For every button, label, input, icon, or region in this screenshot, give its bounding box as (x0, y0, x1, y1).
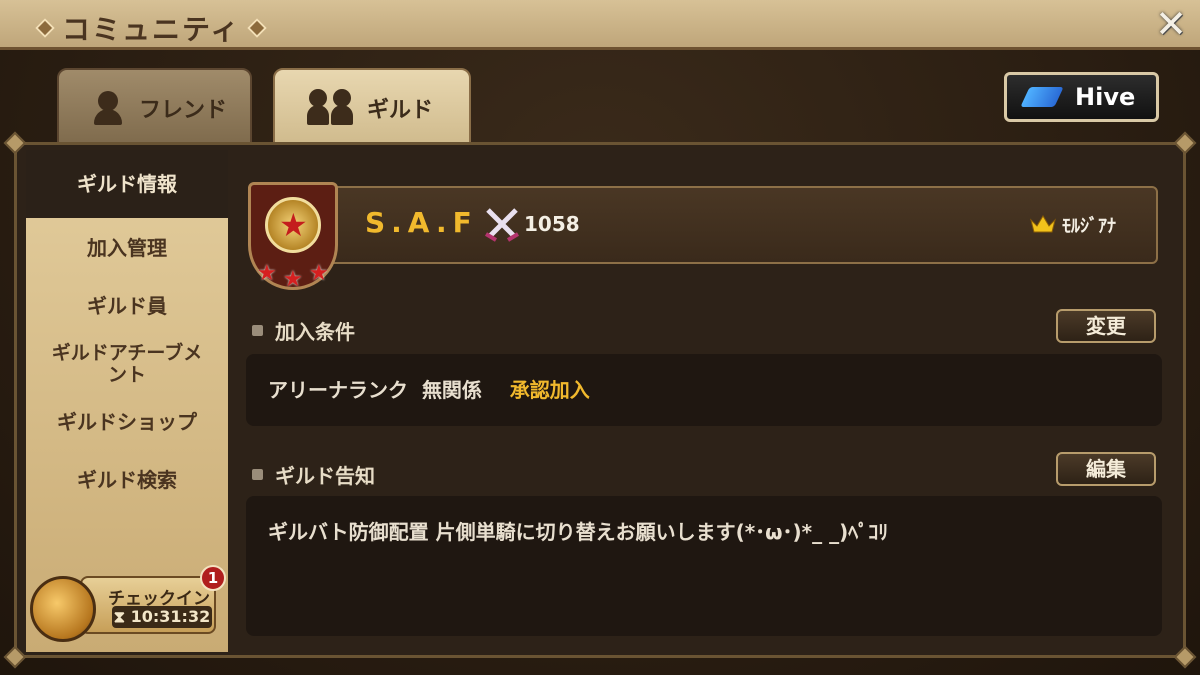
tab-guild-label: ギルド (367, 98, 434, 123)
sidebar-item-join-management[interactable]: 加入管理 (26, 232, 228, 261)
arena-rank-label: アリーナランク (268, 378, 408, 402)
tab-guild[interactable]: ギルド (273, 68, 471, 148)
arena-rank-value: 無関係 (421, 378, 482, 402)
guild-emblem: ★ ★ ★ ★ (248, 182, 338, 292)
guild-leader-name: ﾓﾙｼﾞｱﾅ (1062, 216, 1116, 237)
checkin-button[interactable]: チェックイン ⧗ 10:31:32 (80, 576, 216, 634)
diamond-ornament-icon (35, 18, 55, 38)
sidebar-item-achievements[interactable]: ギルドアチーブメ ント (26, 342, 228, 386)
person-icon (89, 89, 127, 127)
notice-box: ギルバト防御配置 片側単騎に切り替えお願いします(*･ω･)*_ _)ﾍﾟｺﾘ (246, 496, 1162, 636)
hive-logo-icon (1020, 87, 1064, 107)
group-icon (305, 89, 355, 127)
rank-star-icon: ★ (309, 261, 329, 286)
hourglass-icon: ⧗ (113, 607, 126, 626)
checkin-timer-value: 10:31:32 (130, 607, 211, 626)
notice-label: ギルド告知 (275, 464, 375, 488)
sidebar-item-shop[interactable]: ギルドショップ (26, 406, 228, 435)
edit-button[interactable]: 編集 (1056, 452, 1156, 486)
crossed-swords-icon (484, 208, 520, 242)
diamond-ornament-icon (247, 18, 268, 38)
tab-friend[interactable]: フレンド (57, 68, 252, 148)
checkin-label: チェックイン (108, 589, 210, 609)
emblem-medal-icon: ★ (265, 197, 321, 253)
notice-heading: ギルド告知 (252, 460, 375, 489)
join-conditions-box: アリーナランク 無関係 承認加入 (246, 354, 1162, 426)
bullet-icon (252, 325, 263, 336)
page-title: コミュニティ (62, 13, 241, 46)
title-wrap: コミュニティ (35, 8, 268, 48)
hive-button[interactable]: Hive (1004, 72, 1159, 122)
notice-text: ギルバト防御配置 片側単騎に切り替えお願いします(*･ω･)*_ _)ﾍﾟｺﾘ (268, 520, 889, 544)
join-conditions-label: 加入条件 (275, 320, 355, 344)
emblem-star-icon: ★ (279, 206, 308, 244)
guild-score: 1058 (524, 212, 580, 236)
title-bar: コミュニティ ✕ (0, 0, 1200, 50)
hive-button-label: Hive (1075, 83, 1136, 111)
sidebar-item-search[interactable]: ギルド検索 (26, 464, 228, 493)
approval-type: 承認加入 (509, 378, 590, 402)
potion-icon[interactable] (30, 576, 96, 642)
crown-icon (1030, 215, 1056, 233)
notification-badge: 1 (200, 565, 226, 591)
close-button[interactable]: ✕ (1152, 5, 1190, 44)
sidebar-item-guild-info[interactable]: ギルド情報 (26, 150, 228, 218)
join-conditions-heading: 加入条件 (252, 316, 355, 345)
tab-friend-label: フレンド (139, 98, 228, 123)
sidebar-item-members[interactable]: ギルド員 (26, 290, 228, 319)
rank-star-icon: ★ (283, 267, 303, 292)
guild-name: S.A.F (365, 206, 478, 239)
checkin-timer: ⧗ 10:31:32 (112, 606, 212, 628)
change-button[interactable]: 変更 (1056, 309, 1156, 343)
rank-star-icon: ★ (257, 261, 277, 286)
bullet-icon (252, 469, 263, 480)
